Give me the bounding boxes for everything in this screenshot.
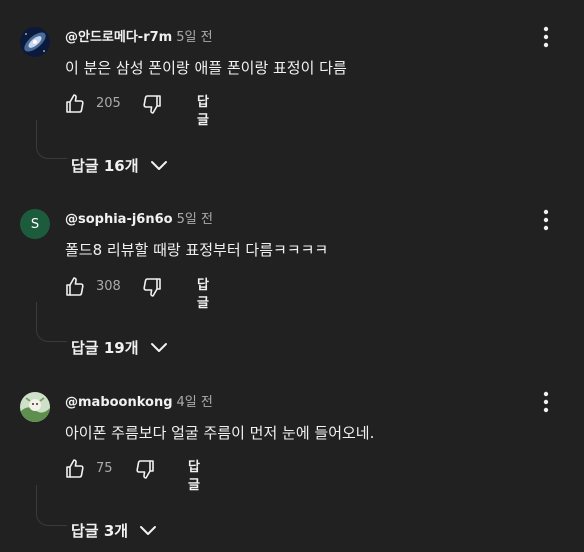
view-replies-button[interactable]: 답글 19개	[71, 335, 169, 359]
comment-text: 아이폰 주름보다 얼굴 주름이 먼저 눈에 들어오네.	[65, 424, 375, 442]
chevron-down-icon	[140, 526, 157, 535]
dislike-button[interactable]	[133, 457, 157, 481]
chevron-down-icon	[150, 161, 167, 170]
comment-author[interactable]: @sophia-j6n6o	[65, 212, 173, 227]
reply-button[interactable]: 답글	[197, 277, 209, 313]
thread-connector	[36, 302, 67, 342]
replies-count-label: 답글 3개	[71, 521, 129, 540]
avatar-letter: S	[30, 216, 40, 232]
comment-author[interactable]: @maboonkong	[65, 395, 173, 410]
thread-connector	[36, 485, 67, 526]
replies-count-label: 답글 16개	[71, 156, 139, 175]
more-vert-icon	[543, 391, 549, 413]
thumb-up-icon	[66, 94, 84, 113]
avatar[interactable]: S	[20, 209, 50, 239]
thumb-down-icon	[136, 460, 154, 479]
more-actions-button[interactable]	[537, 208, 555, 232]
replies-count-label: 답글 19개	[71, 338, 139, 357]
comment-timestamp[interactable]: 4일 전	[177, 395, 213, 410]
thread-connector	[36, 120, 67, 159]
avatar[interactable]	[20, 27, 50, 57]
dislike-button[interactable]	[140, 92, 164, 116]
comment-author[interactable]: @안드로메다-r7m	[65, 30, 172, 45]
comment-text: 이 분은 삼성 폰이랑 애플 폰이랑 표정이 다름	[65, 59, 347, 77]
comment-text: 폴드8 리뷰할 때랑 표정부터 다름ㅋㅋㅋㅋ	[65, 241, 329, 259]
more-actions-button[interactable]	[537, 25, 555, 49]
more-vert-icon	[543, 209, 549, 231]
like-count: 308	[96, 279, 121, 294]
thumb-down-icon	[143, 278, 161, 297]
like-button[interactable]	[63, 275, 87, 299]
chevron-down-icon	[150, 343, 167, 352]
like-count: 75	[96, 461, 113, 476]
view-replies-button[interactable]: 답글 16개	[71, 153, 169, 177]
thumb-up-icon	[66, 459, 84, 478]
comment-timestamp[interactable]: 5일 전	[177, 212, 213, 227]
thumb-down-icon	[143, 95, 161, 114]
like-button[interactable]	[63, 457, 87, 481]
reply-button[interactable]: 답글	[188, 459, 200, 495]
reply-button[interactable]: 답글	[197, 94, 209, 130]
like-button[interactable]	[63, 92, 87, 116]
like-count: 205	[96, 96, 121, 111]
thumb-up-icon	[66, 277, 84, 296]
view-replies-button[interactable]: 답글 3개	[71, 518, 158, 542]
avatar[interactable]	[20, 392, 50, 422]
comment-timestamp[interactable]: 5일 전	[176, 30, 212, 45]
more-vert-icon	[543, 26, 549, 48]
more-actions-button[interactable]	[537, 390, 555, 414]
dislike-button[interactable]	[140, 275, 164, 299]
